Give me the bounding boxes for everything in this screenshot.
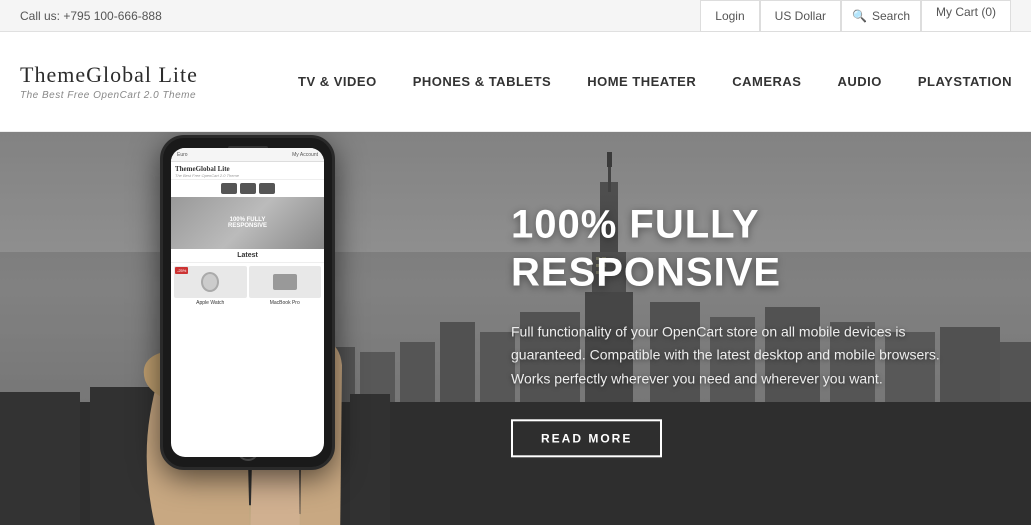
currency-button[interactable]: US Dollar — [760, 0, 841, 32]
nav-item-playstation[interactable]: PLAYSTATION — [900, 66, 1030, 97]
main-nav: TV & VIDEO PHONES & TABLETS HOME THEATER… — [280, 66, 1030, 97]
login-button[interactable]: Login — [700, 0, 759, 32]
logo[interactable]: ThemeGlobal Lite The Best Free OpenCart … — [20, 62, 240, 101]
phone-frame: Euro My Account ThemeGlobal Lite The Bes… — [160, 135, 335, 470]
nav-item-audio[interactable]: AUDIO — [819, 66, 899, 97]
phone-screen: Euro My Account ThemeGlobal Lite The Bes… — [171, 148, 324, 457]
search-icon: 🔍 — [852, 9, 867, 23]
hero-headline: 100% FULLY RESPONSIVE — [511, 200, 951, 296]
topbar: Call us: +795 100-666-888 Login US Dolla… — [0, 0, 1031, 32]
phone-number: Call us: +795 100-666-888 — [20, 9, 162, 23]
logo-title: ThemeGlobal Lite — [20, 62, 240, 88]
phone-badge: -25% — [175, 267, 188, 274]
nav-item-home-theater[interactable]: HOME THEATER — [569, 66, 714, 97]
nav-item-phones[interactable]: PHONES & TABLETS — [395, 66, 570, 97]
nav-item-tv[interactable]: TV & VIDEO — [280, 66, 395, 97]
logo-subtitle: The Best Free OpenCart 2.0 Theme — [20, 90, 240, 101]
phone-product2: MacBook Pro — [249, 300, 322, 306]
hero-text-area: 100% FULLY RESPONSIVE Full functionality… — [511, 200, 951, 457]
topbar-right: Login US Dollar 🔍 Search My Cart (0) — [700, 0, 1011, 32]
phone-account: My Account — [292, 152, 318, 158]
phone-product1: Apple Watch — [174, 300, 247, 306]
search-button[interactable]: 🔍 Search — [841, 0, 921, 32]
phone-screen-topbar: Euro My Account — [171, 148, 324, 162]
phone-currency: Euro — [177, 152, 188, 158]
read-more-button[interactable]: READ MORE — [511, 419, 662, 457]
phone-logo-sub: The Best Free OpenCart 2.0 Theme — [175, 173, 320, 178]
phone-mockup: Euro My Account ThemeGlobal Lite The Bes… — [80, 132, 400, 525]
phone-latest-label: Latest — [171, 249, 324, 263]
header: ThemeGlobal Lite The Best Free OpenCart … — [0, 32, 1031, 132]
hero-section: Euro My Account ThemeGlobal Lite The Bes… — [0, 132, 1031, 525]
hero-description: Full functionality of your OpenCart stor… — [511, 320, 951, 391]
phone-logo: ThemeGlobal Lite — [175, 165, 320, 173]
nav-item-cameras[interactable]: CAMERAS — [714, 66, 819, 97]
search-label: Search — [872, 9, 910, 23]
cart-button[interactable]: My Cart (0) — [921, 0, 1011, 32]
